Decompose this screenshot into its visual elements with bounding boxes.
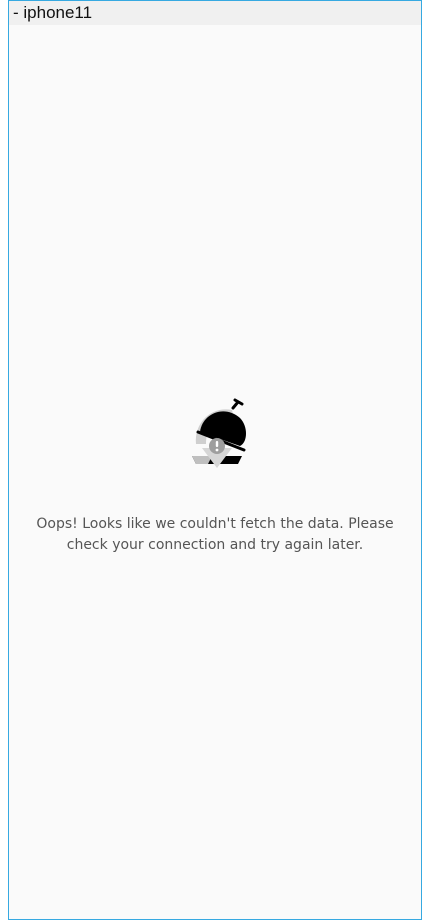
serving-cloche-error-icon bbox=[184, 398, 250, 472]
device-title: - iphone11 bbox=[13, 3, 93, 22]
error-message: Oops! Looks like we couldn't fetch the d… bbox=[36, 516, 394, 553]
device-title-bar: - iphone11 bbox=[9, 1, 421, 25]
device-frame: - iphone11 Oops! Looks like we couldn't … bbox=[8, 0, 422, 920]
page-content: Oops! Looks like we couldn't fetch the d… bbox=[9, 25, 421, 919]
